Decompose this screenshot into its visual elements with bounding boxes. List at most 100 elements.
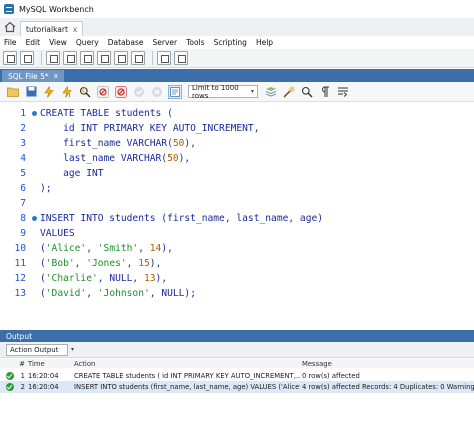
rollback-icon[interactable]: [150, 85, 164, 99]
code-text: INSERT INTO students (first_name, last_n…: [40, 213, 323, 224]
code-token: age INT: [40, 168, 104, 179]
invisible-characters-icon[interactable]: [318, 85, 332, 99]
chevron-down-icon: ▾: [250, 88, 254, 95]
sql-editor[interactable]: 1 CREATE TABLE students ( 2 id INT PRIMA…: [0, 103, 474, 325]
editor-line: 10 ('Alice', 'Smith', 14),: [0, 241, 474, 256]
code-token: INSERT INTO students (first_name, last_n…: [40, 213, 324, 224]
create-function-icon[interactable]: [131, 51, 145, 65]
connection-tab-label: tutorialkart: [26, 24, 68, 34]
find-replace-icon[interactable]: [300, 85, 314, 99]
output-type-select[interactable]: Action Output: [6, 343, 68, 356]
line-number: 9: [20, 228, 26, 239]
table-row[interactable]: 1 16:20:04 CREATE TABLE students ( id IN…: [0, 370, 474, 381]
toolbar-separator: [41, 51, 42, 65]
menu-help[interactable]: Help: [256, 38, 273, 47]
reconnect-icon[interactable]: [174, 51, 188, 65]
code-token: ),: [149, 258, 162, 269]
create-table-icon[interactable]: [80, 51, 94, 65]
line-number: 8: [20, 213, 26, 224]
code-token: 'Bob': [45, 258, 75, 269]
output-panel-header: Output: [0, 330, 474, 342]
line-number: 12: [14, 273, 26, 284]
code-token: ),: [184, 138, 196, 149]
inspector-icon[interactable]: [46, 51, 60, 65]
home-icon[interactable]: [4, 21, 16, 33]
stop-icon[interactable]: [96, 85, 110, 99]
row-time: 16:20:04: [28, 383, 59, 391]
commit-icon[interactable]: [132, 85, 146, 99]
add-to-snippets-icon[interactable]: [264, 85, 278, 99]
column-header-time[interactable]: Time: [28, 360, 45, 368]
save-icon[interactable]: [24, 85, 38, 99]
code-text: ('Charlie', NULL, 13),: [40, 273, 167, 284]
menu-server[interactable]: Server: [153, 38, 178, 47]
column-header-action[interactable]: Action: [74, 360, 300, 368]
success-check-icon: [6, 371, 14, 380]
code-token: 'David': [45, 288, 87, 299]
close-connection-tab-icon[interactable]: x: [73, 25, 77, 34]
menu-edit[interactable]: Edit: [26, 38, 41, 47]
code-token: ,: [74, 258, 87, 269]
word-wrap-icon[interactable]: [336, 85, 350, 99]
open-sql-script-icon[interactable]: [20, 51, 34, 65]
code-token: 50: [167, 153, 179, 164]
line-number: 7: [20, 198, 26, 209]
connection-tab-strip: tutorialkart x: [0, 18, 474, 36]
close-sql-tab-icon[interactable]: x: [54, 72, 58, 80]
menu-database[interactable]: Database: [108, 38, 144, 47]
limit-rows-select[interactable]: Limit to 1000 rows ▾: [188, 83, 258, 100]
beautify-icon[interactable]: [282, 85, 296, 99]
line-number: 3: [20, 138, 26, 149]
row-action: CREATE TABLE students ( id INT PRIMARY K…: [74, 371, 300, 380]
explain-icon[interactable]: [78, 85, 92, 99]
statement-marker: [28, 216, 40, 221]
create-procedure-icon[interactable]: [114, 51, 128, 65]
open-file-icon[interactable]: [6, 85, 20, 99]
menu-scripting[interactable]: Scripting: [214, 38, 247, 47]
editor-line: 1 CREATE TABLE students (: [0, 106, 474, 121]
mysql-workbench-icon: [4, 4, 14, 14]
editor-line: 8 INSERT INTO students (first_name, last…: [0, 211, 474, 226]
menu-query[interactable]: Query: [76, 38, 99, 47]
create-view-icon[interactable]: [97, 51, 111, 65]
search-table-data-icon[interactable]: [157, 51, 171, 65]
row-time: 16:20:04: [28, 371, 59, 380]
code-token: first_name VARCHAR(: [40, 138, 173, 149]
execute-icon[interactable]: [42, 85, 56, 99]
code-token: 'Jones': [86, 258, 127, 269]
chevron-down-icon[interactable]: ▾: [71, 346, 74, 353]
menu-file[interactable]: File: [4, 38, 17, 47]
menu-tools[interactable]: Tools: [186, 38, 204, 47]
line-number: 5: [20, 168, 26, 179]
row-action: INSERT INTO students (first_name, last_n…: [74, 383, 300, 391]
sql-file-tab-label: SQL File 5*: [8, 71, 49, 81]
new-sql-tab-icon[interactable]: [3, 51, 17, 65]
menu-view[interactable]: View: [49, 38, 67, 47]
code-text: ('Bob', 'Jones', 15),: [40, 258, 161, 269]
connection-tab[interactable]: tutorialkart x: [20, 21, 84, 36]
row-number: 1: [20, 371, 25, 380]
code-text: id INT PRIMARY KEY AUTO_INCREMENT,: [40, 123, 259, 134]
code-text: first_name VARCHAR(50),: [40, 138, 196, 149]
editor-line: 6 );: [0, 181, 474, 196]
editor-line: 2 id INT PRIMARY KEY AUTO_INCREMENT,: [0, 121, 474, 136]
table-row[interactable]: 2 16:20:04 INSERT INTO students (first_n…: [0, 381, 474, 393]
editor-line: 3 first_name VARCHAR(50),: [0, 136, 474, 151]
code-token: );: [40, 183, 52, 194]
sql-file-tab[interactable]: SQL File 5* x: [2, 70, 64, 82]
code-token: 14: [149, 243, 162, 254]
toggle-stop-on-error-icon[interactable]: [114, 85, 128, 99]
code-token: , NULL,: [97, 273, 144, 284]
code-token: ),: [161, 243, 173, 254]
menu-bar: File Edit View Query Database Server Too…: [0, 36, 474, 49]
column-header-number[interactable]: #: [17, 360, 25, 368]
execute-current-statement-icon[interactable]: I: [60, 85, 74, 99]
code-token: ,: [126, 258, 139, 269]
autocommit-toggle-icon[interactable]: [168, 84, 182, 99]
limit-rows-value: Limit to 1000 rows: [192, 83, 239, 100]
column-header-message[interactable]: Message: [302, 360, 474, 368]
code-token: CREATE TABLE students (: [40, 108, 173, 119]
row-number: 2: [20, 383, 25, 391]
code-text: age INT: [40, 168, 104, 179]
create-schema-icon[interactable]: [63, 51, 77, 65]
